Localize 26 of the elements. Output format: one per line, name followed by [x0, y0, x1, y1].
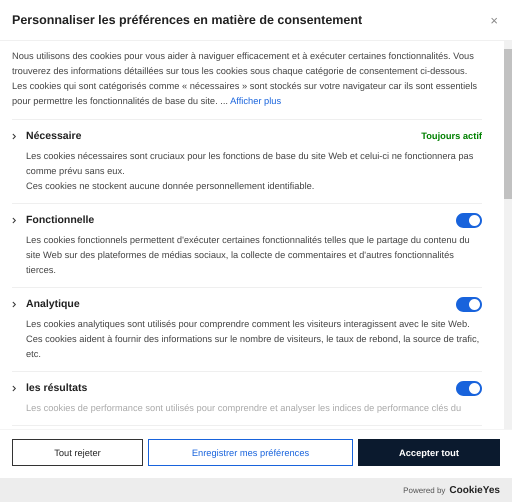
dialog-title: Personnaliser les préférences en matière de consentement — [12, 13, 362, 27]
chevron-icon[interactable] — [12, 300, 17, 308]
category-title[interactable]: Nécessaire — [26, 130, 422, 142]
category-title[interactable]: Analytique — [26, 298, 456, 310]
powered-by-text: Powered by — [403, 486, 446, 494]
chevron-icon[interactable] — [12, 216, 17, 224]
brand-logo: CookieYes — [449, 484, 500, 496]
chevron-icon[interactable] — [12, 384, 17, 392]
category-description: Les cookies fonctionnels permettent d'exécuter certaines fonctionnalités telles que le partage du contenu du site Web sur des plateformes de médias sociaux, la collecte de commentaires et d'autres fonctionnalités tierces. — [26, 234, 471, 277]
action-button[interactable]: Enregistrer mes préférences — [148, 439, 353, 466]
category-title[interactable]: Fonctionnelle — [26, 214, 456, 226]
category-description: Les cookies analytiques sont utilisés pour comprendre comment les visiteurs interagissent avec le site Web. Ces cookies aident à fournir des informations sur le nombre de visiteurs, le taux de rebond, la source de trafic, etc. — [26, 318, 480, 361]
close-button[interactable]: × — [486, 12, 502, 28]
status-label: Toujours actif — [421, 131, 482, 141]
category-description: Les cookies de performance sont utilisés pour comprendre et analyser les indices de performance clés du — [26, 402, 462, 415]
category-title[interactable]: les résultats — [26, 382, 456, 394]
action-button[interactable]: Accepter tout — [358, 439, 500, 466]
show-more-link[interactable]: Afficher plus — [230, 96, 282, 106]
chevron-icon[interactable] — [12, 132, 17, 140]
intro-text: Nous utilisons des cookies pour vous aider à naviguer efficacement et à exécuter certaines fonctionnalités. Vous trouverez des informations détaillées sur tous les cookies sous chaque catégorie de consentement ci-dessous. Les cookies qui sont catégorisés comme « nécessaires » sont stockés sur votre navigateur car ils sont essentiels pour permettre les fonctionnalités de base du site. ... Afficher plus — [12, 49, 482, 120]
action-button[interactable]: Tout rejeter — [12, 439, 143, 466]
toggle-switch[interactable] — [456, 296, 482, 312]
toggle-switch[interactable] — [456, 380, 482, 396]
category-description: Les cookies nécessaires sont cruciaux pour les fonctions de base du site Web et celui-ci ne fonctionnera pas comme prévu sans eux. Ces cookies ne stockent aucune donnée personnellement identifiable. — [26, 150, 474, 193]
toggle-switch[interactable] — [456, 212, 482, 228]
scrollbar[interactable] — [504, 41, 512, 429]
